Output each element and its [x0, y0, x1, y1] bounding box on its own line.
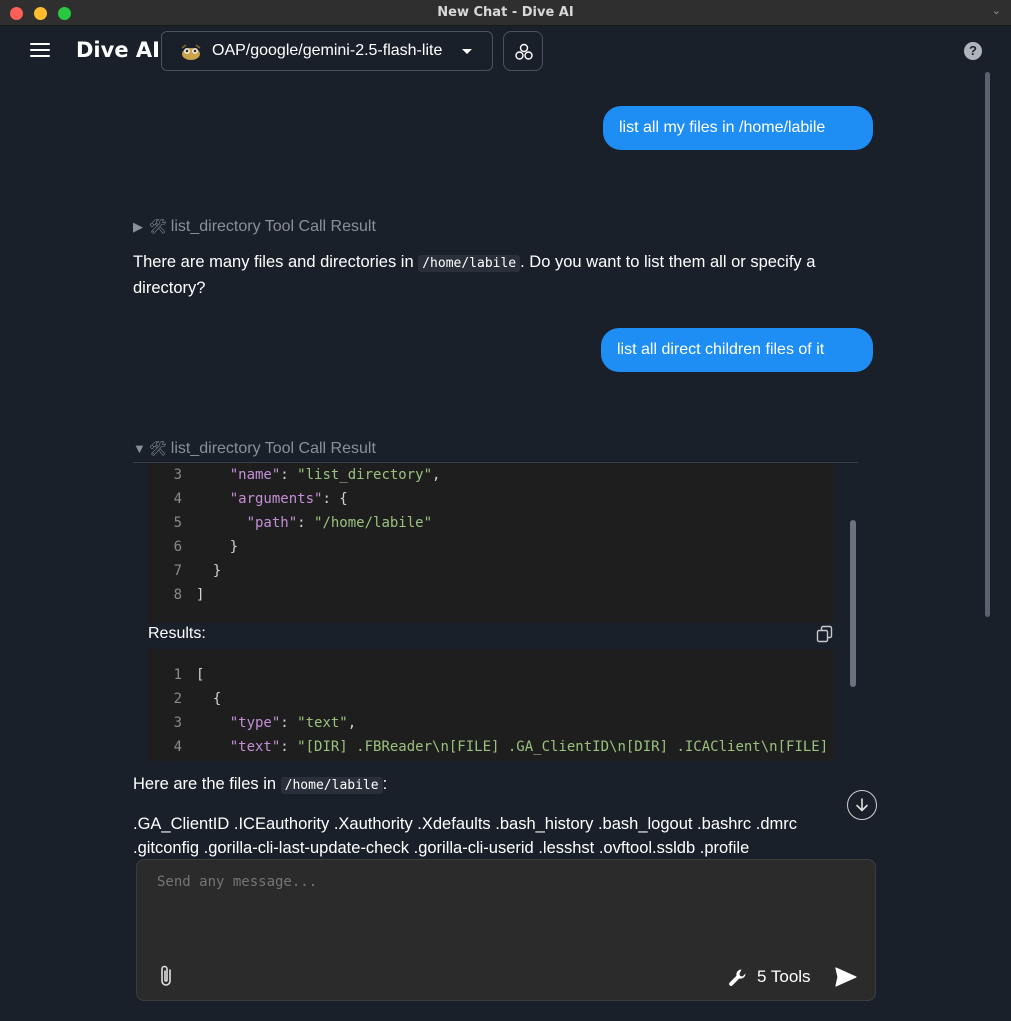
- user-message: list all my files in /home/labile: [603, 106, 873, 150]
- assistant-text: :: [382, 775, 388, 793]
- model-name: OAP/google/gemini-2.5-flash-lite: [212, 42, 443, 59]
- model-selector[interactable]: OAP/google/gemini-2.5-flash-lite: [161, 31, 493, 71]
- chat-scrollbar[interactable]: [985, 72, 990, 617]
- code-line: 4 "text": "[DIR] .FBReader\n[FILE] .GA_C…: [148, 735, 829, 759]
- line-number: 3: [173, 715, 182, 731]
- wrench-icon: [729, 969, 746, 986]
- assistant-message: There are many files and directories in …: [133, 250, 833, 300]
- collapse-arrow-icon: ▼: [133, 441, 146, 456]
- send-icon[interactable]: [834, 966, 858, 988]
- assistant-text: Here are the files in: [133, 775, 281, 793]
- code-line: 3 "name": "list_directory",: [148, 463, 441, 487]
- scroll-to-bottom-button[interactable]: [847, 790, 877, 820]
- chevron-down-icon: [462, 49, 472, 54]
- line-number: 2: [173, 691, 182, 707]
- menu-icon[interactable]: [30, 43, 50, 59]
- code-line: 3 "type": "text",: [148, 711, 357, 735]
- paperclip-icon[interactable]: [157, 964, 177, 988]
- tool-call-label: list_directory Tool Call Result: [170, 218, 376, 235]
- line-number: 4: [173, 739, 182, 755]
- code-line: 1[: [148, 663, 205, 687]
- message-composer: 5 Tools: [136, 859, 876, 1001]
- file-list-line: .GA_ClientID .ICEauthority .Xauthority .…: [133, 815, 797, 833]
- file-list: .GA_ClientID .ICEauthority .Xauthority .…: [133, 812, 873, 860]
- copy-icon[interactable]: [816, 625, 834, 643]
- results-label: Results:: [148, 625, 206, 642]
- code-line: 4 "arguments": {: [148, 487, 348, 511]
- code-line: 5 "path": "/home/labile": [148, 511, 432, 535]
- line-number: 5: [173, 515, 182, 531]
- window-title: New Chat - Dive AI: [437, 5, 574, 20]
- tools-config-button[interactable]: [503, 31, 543, 71]
- code-line: 7 }: [148, 559, 222, 583]
- tools-icon: 🛠: [149, 218, 167, 234]
- expand-arrow-icon: ▶: [133, 219, 143, 234]
- line-number: 1: [173, 667, 182, 683]
- line-number: 7: [173, 563, 182, 579]
- message-input[interactable]: [157, 874, 837, 890]
- results-header: Results:: [148, 623, 834, 649]
- help-icon[interactable]: ?: [964, 42, 982, 60]
- line-number: 4: [173, 491, 182, 507]
- inline-code: /home/labile: [280, 777, 383, 794]
- code-line: 2 {: [148, 687, 222, 711]
- arrow-down-icon: [856, 798, 868, 812]
- assistant-text: There are many files and directories in: [133, 253, 419, 271]
- code-panel-scrollbar[interactable]: [850, 520, 856, 687]
- model-provider-icon: [181, 44, 201, 60]
- tool-call-code-panel[interactable]: 3 "name": "list_directory", 4 "arguments"…: [148, 463, 834, 761]
- line-number: 3: [173, 467, 182, 483]
- app-brand: Dive AI: [76, 38, 160, 62]
- tool-call-result-toggle[interactable]: ▶ 🛠 list_directory Tool Call Result: [133, 218, 376, 236]
- tools-count-label: 5 Tools: [757, 967, 811, 986]
- tool-call-label: list_directory Tool Call Result: [170, 440, 376, 457]
- assistant-message: Here are the files in /home/labile:: [133, 772, 833, 798]
- user-message: list all direct children files of it: [601, 328, 873, 372]
- tool-call-result-toggle[interactable]: ▼ 🛠 list_directory Tool Call Result: [133, 440, 376, 458]
- file-list-line: .gitconfig .gorilla-cli-last-update-chec…: [133, 839, 750, 857]
- agent-network-icon: [515, 43, 533, 60]
- window-titlebar: New Chat - Dive AI ⌄: [0, 0, 1011, 26]
- inline-code: /home/labile: [418, 255, 521, 272]
- window-menu-icon[interactable]: ⌄: [992, 4, 1001, 17]
- code-line: 6 }: [148, 535, 239, 559]
- code-line: 8]: [148, 583, 205, 607]
- line-number: 8: [173, 587, 182, 603]
- line-number: 6: [173, 539, 182, 555]
- tools-icon: 🛠: [149, 440, 167, 456]
